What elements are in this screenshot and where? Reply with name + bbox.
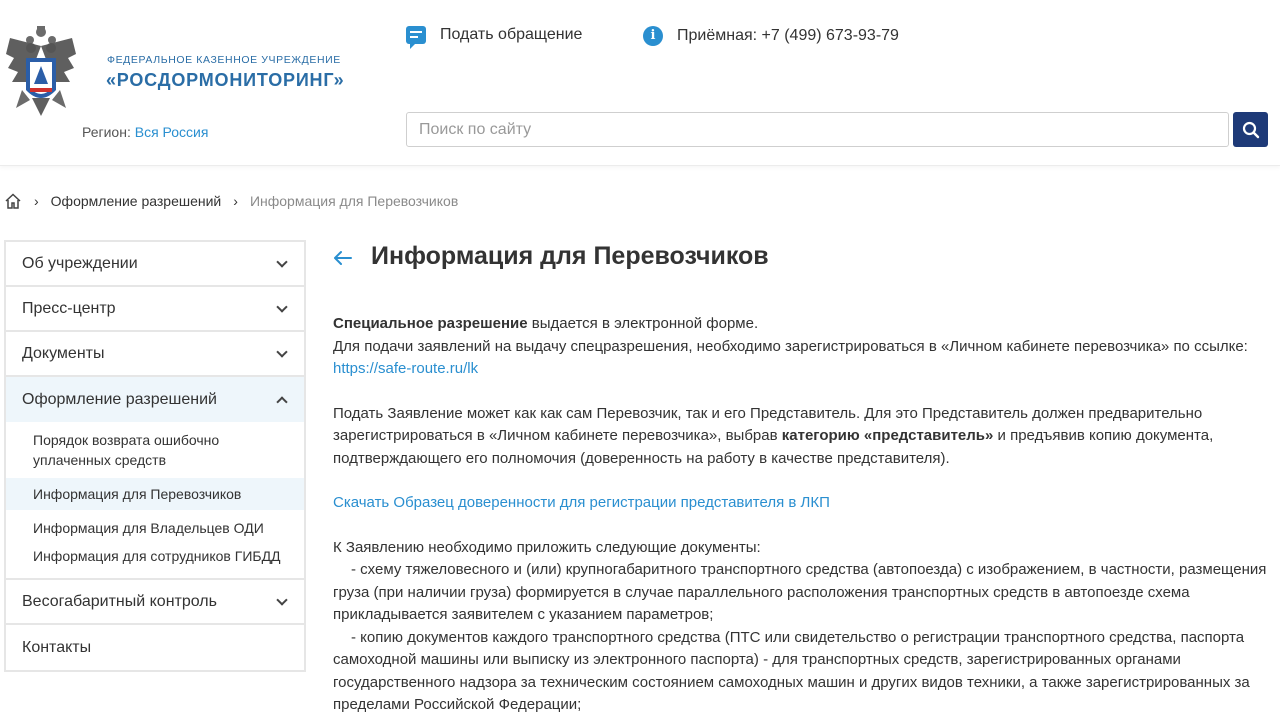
paragraph-intro: Специальное разрешение выдается в электр…	[333, 313, 1268, 381]
home-icon[interactable]	[4, 192, 22, 210]
chevron-down-icon	[276, 255, 288, 268]
paragraph-documents: К Заявлению необходимо приложить следующ…	[333, 537, 1268, 715]
phone-link[interactable]: i Приёмная: +7 (499) 673-93-79	[643, 26, 899, 46]
sidebar-item-weight-control[interactable]: Весогабаритный контроль	[6, 580, 304, 625]
sidebar-item-label: Об учреждении	[22, 254, 138, 272]
org-name[interactable]: «РОСДОРМОНИТОРИНГ»	[106, 70, 345, 91]
search-button[interactable]	[1233, 112, 1268, 147]
chevron-right-icon: ›	[34, 193, 39, 209]
intro-text: выдается в электронной форме.	[527, 315, 759, 332]
article-body: Специальное разрешение выдается в электр…	[333, 313, 1268, 715]
breadcrumb-current: Информация для Перевозчиков	[249, 193, 459, 209]
chevron-down-icon	[276, 345, 288, 358]
org-subtitle: Федеральное казенное учреждение	[107, 54, 341, 66]
sidebar-menu: Об учреждении Пресс-центр Документы Офор…	[4, 240, 306, 672]
appeal-link[interactable]: Подать обращение	[406, 26, 583, 49]
back-arrow-icon[interactable]	[332, 250, 352, 266]
doc-item-copies: - копию документов каждого транспортного…	[333, 628, 1250, 714]
site-header: Федеральное казенное учреждение «РОСДОРМ…	[0, 0, 1280, 166]
region-link[interactable]: Вся Россия	[135, 124, 209, 140]
chevron-down-icon	[276, 593, 288, 606]
safe-route-link[interactable]: https://safe-route.ru/lk	[333, 360, 478, 377]
chevron-right-icon: ›	[233, 193, 238, 209]
sidebar-submenu: Порядок возврата ошибочно уплаченных сре…	[6, 422, 304, 580]
paragraph-representative: Подать Заявление может как как сам Перев…	[333, 403, 1268, 471]
sidebar-item-contacts[interactable]: Контакты	[6, 625, 304, 670]
docs-intro: К Заявлению необходимо приложить следующ…	[333, 538, 761, 556]
submenu-item-traffic-police[interactable]: Информация для сотрудников ГИБДД	[6, 542, 304, 570]
phone-label: Приёмная: +7 (499) 673-93-79	[677, 27, 899, 44]
sidebar-item-permits[interactable]: Оформление разрешений	[6, 377, 304, 422]
sidebar-item-label: Контакты	[22, 638, 92, 656]
page-title: Информация для Перевозчиков	[371, 242, 769, 270]
sidebar-item-label: Документы	[22, 344, 105, 362]
doc-item-scheme: - схему тяжеловесного и (или) крупногаба…	[333, 561, 1267, 623]
submenu-item-road-owners[interactable]: Информация для Владельцев ОДИ	[6, 514, 304, 542]
sidebar-item-label: Оформление разрешений	[22, 390, 217, 408]
breadcrumb-link[interactable]: Оформление разрешений	[51, 193, 222, 209]
submenu-item-refund[interactable]: Порядок возврата ошибочно уплаченных сре…	[6, 426, 304, 474]
info-icon: i	[643, 26, 663, 46]
chat-icon	[406, 26, 426, 49]
sidebar-item-press[interactable]: Пресс-центр	[6, 287, 304, 332]
breadcrumb: › Оформление разрешений › Информация для…	[4, 192, 458, 210]
rep-bold: категорию «представитель»	[781, 427, 994, 444]
chevron-down-icon	[276, 300, 288, 313]
search-icon	[1242, 121, 1259, 138]
chevron-up-icon	[276, 395, 288, 408]
search-input[interactable]	[406, 112, 1229, 147]
sidebar-item-label: Пресс-центр	[22, 299, 116, 317]
paragraph-download: Скачать Образец доверенности для регистр…	[333, 492, 1268, 515]
download-template-link[interactable]: Скачать Образец доверенности для регистр…	[333, 494, 830, 511]
sidebar-item-label: Весогабаритный контроль	[22, 592, 217, 610]
intro-line2: Для подачи заявлений на выдачу спецразре…	[333, 337, 1248, 355]
appeal-label: Подать обращение	[440, 26, 583, 43]
intro-bold: Специальное разрешение	[333, 315, 528, 332]
region-label: Регион:	[82, 124, 131, 140]
eagle-emblem-icon[interactable]	[4, 24, 78, 120]
sidebar-item-about[interactable]: Об учреждении	[6, 242, 304, 287]
submenu-item-carriers[interactable]: Информация для Перевозчиков	[6, 478, 304, 510]
sidebar-item-documents[interactable]: Документы	[6, 332, 304, 377]
region-selector: Регион: Вся Россия	[82, 124, 208, 140]
